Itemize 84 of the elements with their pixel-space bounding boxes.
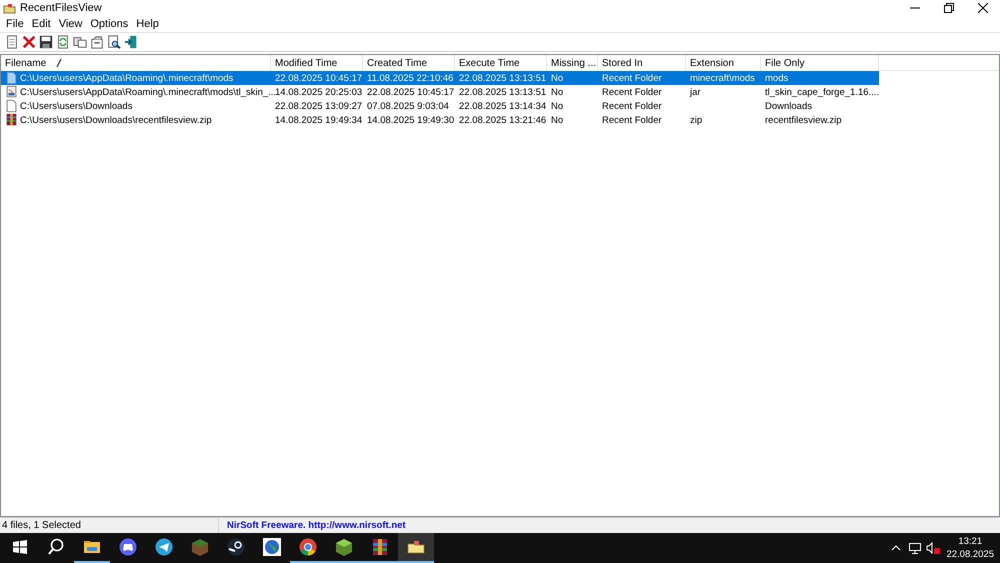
menu-item[interactable]: Options [86, 17, 132, 31]
find-icon [107, 35, 121, 49]
chat-app-icon [118, 537, 138, 557]
windows-icon [12, 539, 28, 555]
paper-plane-icon [154, 537, 174, 557]
table-cell-text: 22.08.2025 10:45:17 [366, 86, 455, 99]
file-path: C:\Users\users\Downloads\recentfilesview.zip [20, 114, 212, 126]
network-icon[interactable] [906, 542, 921, 554]
column-header[interactable]: Modified Time [271, 55, 363, 71]
table-cell-text: 07.08.2025 9:03:04 [366, 100, 450, 113]
steam-icon [226, 537, 246, 557]
copy-button[interactable] [72, 34, 88, 50]
table-cell: minecraft\mods [686, 71, 761, 85]
table-cell: No [547, 71, 598, 85]
status-credit: NirSoft Freeware. http://www.nirsoft.net [226, 519, 406, 533]
dirt-block-icon [190, 537, 210, 557]
table-cell-text: Downloads [764, 100, 813, 113]
properties-button[interactable] [89, 34, 105, 50]
column-header[interactable]: Created Time [363, 55, 455, 71]
exit-button[interactable] [123, 34, 139, 50]
table-cell-text: 14.08.2025 19:49:34 [274, 114, 363, 127]
speaker-muted-icon[interactable] [926, 542, 940, 554]
table-cell-text: 22.08.2025 13:21:46 [458, 114, 547, 127]
table-cell: mods [761, 71, 879, 85]
refresh-icon [56, 35, 70, 49]
column-header[interactable]: Stored In [598, 55, 686, 71]
new-file-button[interactable] [4, 34, 20, 50]
table-cell-text: Recent Folder [601, 100, 663, 113]
table-cell: 22.08.2025 13:13:51 [455, 71, 547, 85]
table-cell-text: Recent Folder [601, 86, 663, 99]
table-cell-text: No [550, 86, 564, 99]
delete-icon [22, 35, 36, 49]
table-cell-text: 22.08.2025 13:13:51 [458, 86, 547, 99]
new-file-icon [5, 35, 19, 49]
column-header[interactable]: Extension [686, 55, 761, 71]
table-cell-text: 22.08.2025 13:14:34 [458, 100, 547, 113]
clock-time: 13:21 [957, 535, 984, 548]
column-header[interactable]: Execute Time [455, 55, 547, 71]
archive-icon [370, 537, 390, 557]
menu-item[interactable]: Edit [28, 17, 55, 31]
save-icon [39, 35, 53, 49]
properties-icon [90, 35, 104, 49]
close-icon [978, 3, 988, 13]
table-cell-text: tl_skin_cape_forge_1.16.... [764, 86, 879, 99]
window-title: RecentFilesView [20, 0, 102, 16]
save-button[interactable] [38, 34, 54, 50]
clock-date: 22.08.2025 [946, 548, 994, 561]
table-cell: Recent Folder [598, 71, 686, 85]
taskbar-folder-button[interactable] [398, 533, 434, 563]
app-icon [3, 2, 16, 14]
menu-item[interactable]: Help [132, 17, 163, 31]
menu-item[interactable]: File [2, 17, 28, 31]
find-button[interactable] [106, 34, 122, 50]
menu-item[interactable]: View [54, 17, 86, 31]
jar-icon [5, 85, 18, 99]
table-cell-text: Recent Folder [601, 114, 663, 127]
file-icon [5, 99, 18, 113]
restore-icon [944, 3, 954, 13]
delete-button[interactable] [21, 34, 37, 50]
file-path: C:\Users\users\AppData\Roaming\.minecraft\mods [20, 72, 234, 84]
table-cell-text: zip [689, 114, 704, 127]
search-icon [47, 538, 65, 556]
refresh-button[interactable] [55, 34, 71, 50]
copy-icon [73, 35, 87, 49]
column-header[interactable]: Missing ... [547, 55, 598, 71]
table-cell-text: 22.08.2025 13:09:27 [274, 100, 363, 113]
file-path: C:\Users\users\AppData\Roaming\.minecraft\mods\tl_skin_... [20, 86, 276, 98]
table-cell-text: recentfilesview.zip [764, 114, 843, 127]
globe-icon [262, 537, 282, 557]
archive-icon [5, 113, 18, 127]
table-cell-text: jar [688, 86, 702, 99]
table-cell-text: No [550, 100, 564, 113]
folder-icon [5, 71, 18, 85]
exit-icon [124, 35, 138, 49]
column-header[interactable]: Filename [1, 55, 271, 71]
table-cell-text: No [550, 114, 564, 127]
file-path: C:\Users\users\Downloads [20, 100, 132, 112]
chevron-up-icon[interactable] [891, 545, 902, 551]
browser-icon [298, 537, 318, 557]
table-cell: 11.08.2025 22:10:46 [363, 71, 455, 85]
table-cell-text: 14.08.2025 19:49:30 [366, 114, 455, 127]
column-header[interactable]: File Only [761, 55, 879, 71]
table-cell: 22.08.2025 10:45:17 [271, 71, 363, 85]
grass-block-icon [334, 537, 354, 557]
